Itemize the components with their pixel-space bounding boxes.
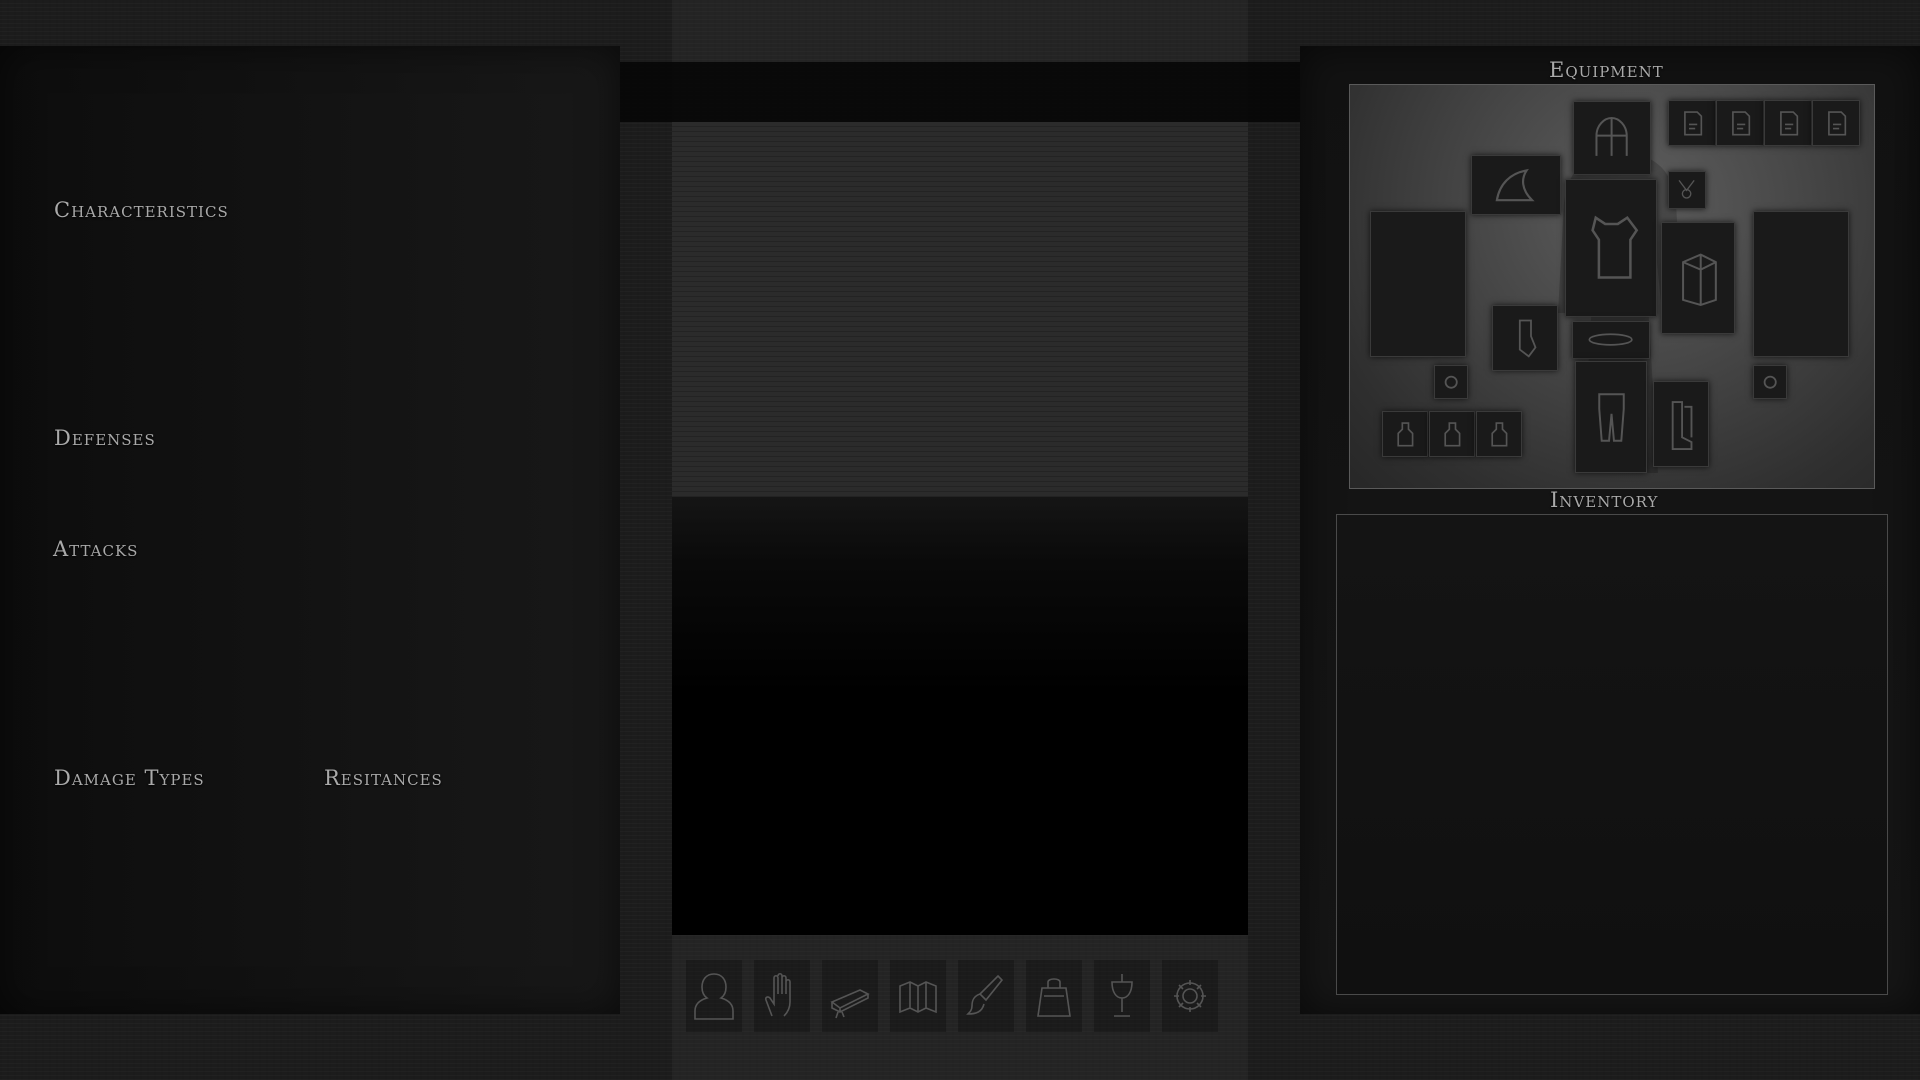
main-hand-slot[interactable] [1370,211,1466,357]
scroll-slot-3[interactable] [1764,100,1812,146]
bag-icon [1037,978,1071,1017]
belt-slot[interactable] [1572,321,1650,359]
chest-armor-slot[interactable] [1565,179,1657,317]
toolbar-alchemy-button[interactable] [1094,960,1150,1032]
damage-types-heading: Damage Types [54,766,205,790]
scroll-slot-2[interactable] [1716,100,1764,146]
potion-slot-1[interactable] [1382,411,1428,457]
bottom-toolbar [686,960,1234,1032]
chest-armor-icon [1590,216,1638,280]
scroll-slot-4[interactable] [1812,100,1860,146]
character-stats-panel [0,46,620,1014]
brush-icon [966,974,1004,1015]
scroll-icon [1731,110,1751,136]
amulet-slot[interactable] [1668,171,1706,209]
cloak-icon [1495,168,1535,201]
toolbar-skills-button[interactable] [958,960,1014,1032]
boots-icon [1671,400,1693,450]
potion-icon [1396,421,1413,447]
ring-icon [1763,375,1777,389]
gloves-slot[interactable] [1492,305,1558,371]
potion-slot-2[interactable] [1429,411,1475,457]
gloves-icon [1518,319,1537,358]
head-silhouette-icon [694,973,734,1020]
defenses-heading: Defenses [54,426,156,450]
goblet-icon [1111,974,1133,1017]
boots-slot[interactable] [1653,381,1709,467]
hand-icon [765,972,791,1017]
gear-icon [1174,980,1206,1012]
ring-right-slot[interactable] [1753,365,1787,399]
ring-left-slot[interactable] [1434,365,1468,399]
scroll-icon [1779,110,1799,136]
top-dark-strip [620,62,1300,122]
helmet-icon [1595,116,1629,156]
legs-icon [1597,392,1625,442]
scroll-slot-1[interactable] [1668,100,1716,146]
book-icon [830,989,870,1019]
ring-icon [1444,375,1458,389]
toolbar-map-button[interactable] [890,960,946,1032]
scroll-icon [1827,110,1847,136]
equipment-doll [1349,84,1875,489]
amulet-icon [1678,180,1696,200]
toolbar-abilities-button[interactable] [754,960,810,1032]
character-description-area [672,497,1248,935]
potion-slot-3[interactable] [1476,411,1522,457]
potion-icon [1443,421,1460,447]
cloak-slot[interactable] [1471,155,1561,215]
shield-slot[interactable] [1661,222,1735,334]
legs-slot[interactable] [1575,361,1647,473]
off-hand-slot[interactable] [1753,211,1849,357]
inventory-grid[interactable] [1336,514,1888,995]
toolbar-spellbook-button[interactable] [822,960,878,1032]
belt-icon [1588,333,1634,347]
helmet-slot[interactable] [1573,101,1651,175]
inventory-heading: Inventory [1550,488,1659,512]
pack-icon [1681,252,1717,306]
characteristics-heading: Characteristics [54,198,229,222]
resistances-heading: Resitances [324,766,443,790]
toolbar-crafting-button[interactable] [1026,960,1082,1032]
map-icon [899,981,937,1014]
toolbar-settings-button[interactable] [1162,960,1218,1032]
attacks-heading: Attacks [53,537,139,561]
scroll-icon [1683,110,1703,136]
equipment-heading: Equipment [1549,58,1664,82]
toolbar-character-button[interactable] [686,960,742,1032]
character-portrait-area [672,122,1248,497]
potion-icon [1490,421,1507,447]
